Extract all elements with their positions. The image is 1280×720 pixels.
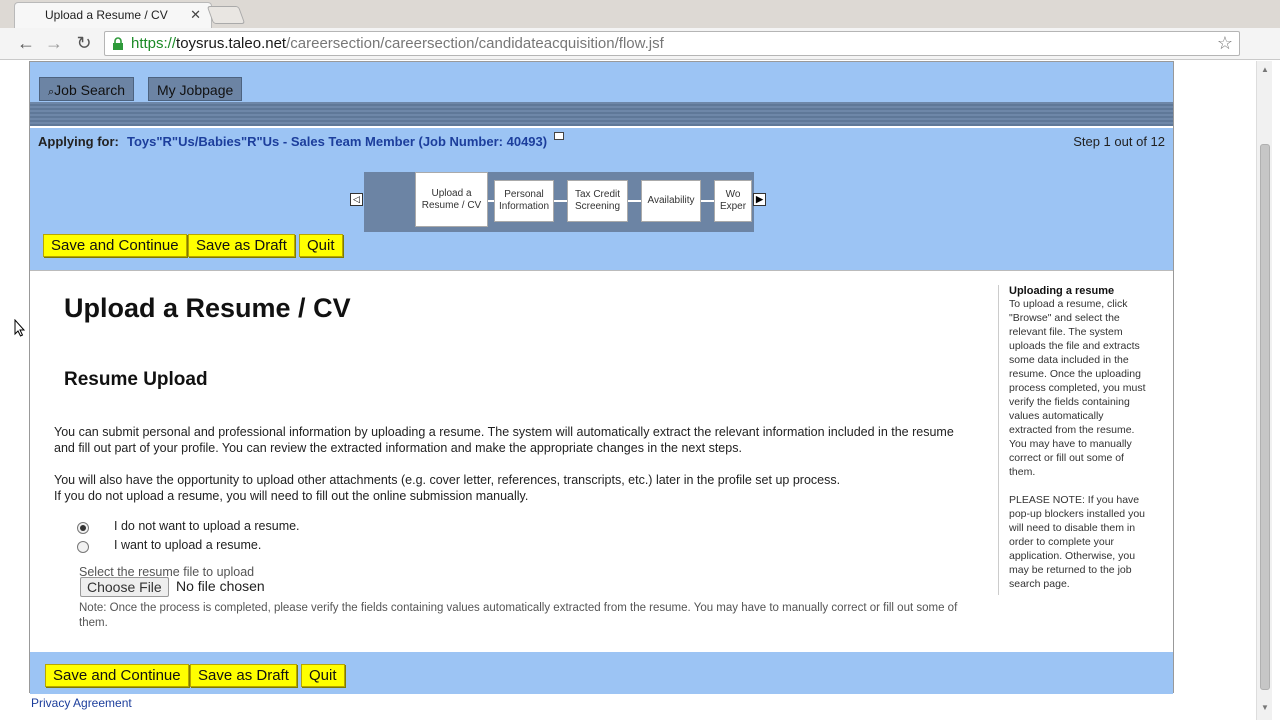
radio-upload-label: I want to upload a resume. [114, 538, 262, 552]
step-personal-information[interactable]: Personal Information [494, 180, 554, 222]
quit-button-bottom[interactable]: Quit [301, 664, 345, 687]
application-frame: ⌕Job Search My Jobpage Applying for: Toy… [29, 61, 1174, 694]
help-title: Uploading a resume [1009, 285, 1115, 297]
url-text: https://toysrus.taleo.net/careersection/… [131, 35, 664, 52]
help-text: To upload a resume, click "Browse" and s… [1009, 298, 1146, 478]
save-and-continue-button-top[interactable]: Save and Continue [43, 234, 187, 257]
lock-icon [113, 37, 123, 50]
page-title: Upload a Resume / CV [64, 293, 351, 323]
applying-label: Applying for: [38, 134, 119, 149]
new-tab-button[interactable] [206, 6, 246, 24]
file-status: No file chosen [176, 578, 265, 594]
scroll-thumb[interactable] [1260, 144, 1270, 690]
my-jobpage-button[interactable]: My Jobpage [148, 77, 243, 101]
section-title: Resume Upload [64, 369, 208, 390]
step-upload-resume[interactable]: Upload a Resume / CV [415, 172, 488, 227]
intro-paragraph: You can submit personal and professional… [54, 425, 954, 455]
verification-note: Note: Once the process is completed, ple… [79, 602, 958, 629]
job-title: Toys"R"Us/Babies"R"Us - Sales Team Membe… [127, 134, 548, 149]
help-sidebar: Uploading a resume To upload a resume, c… [998, 285, 1148, 595]
quit-button-top[interactable]: Quit [299, 234, 343, 257]
back-icon[interactable]: ← [14, 31, 38, 55]
step-availability[interactable]: Availability [641, 180, 701, 222]
reload-icon[interactable]: ↻ [72, 31, 96, 55]
step-work-experience[interactable]: Wo Exper [714, 180, 752, 222]
save-as-draft-button-bottom[interactable]: Save as Draft [190, 664, 297, 687]
page-viewport: ⌕Job Search My Jobpage Applying for: Toy… [0, 61, 1256, 720]
step-navigator: ◁ Upload a Resume / CV Personal Informat… [350, 172, 766, 232]
header-stripe [30, 102, 1173, 126]
help-note: PLEASE NOTE: If you have pop-up blockers… [1009, 494, 1145, 590]
step-tax-credit-screening[interactable]: Tax Credit Screening [567, 180, 628, 222]
step-counter: Step 1 out of 12 [1073, 134, 1165, 149]
radio-no-upload-label: I do not want to upload a resume. [114, 519, 300, 533]
privacy-agreement-link[interactable]: Privacy Agreement [31, 696, 132, 710]
close-tab-icon[interactable]: ✕ [190, 7, 201, 23]
mouse-cursor-icon [14, 318, 26, 337]
browser-tab[interactable]: Upload a Resume / CV ✕ [14, 2, 212, 28]
comment-icon[interactable] [554, 132, 564, 140]
save-as-draft-button-top[interactable]: Save as Draft [188, 234, 295, 257]
bookmark-star-icon[interactable]: ☆ [1217, 33, 1233, 54]
address-bar[interactable]: https://toysrus.taleo.net/careersection/… [104, 31, 1240, 56]
browser-toolbar: ← → ↻ https://toysrus.taleo.net/careerse… [0, 28, 1280, 78]
attachments-paragraph: You will also have the opportunity to up… [54, 473, 841, 487]
scroll-down-icon[interactable]: ▼ [1261, 703, 1269, 712]
scroll-up-icon[interactable]: ▲ [1261, 65, 1269, 74]
forward-icon[interactable]: → [42, 31, 66, 55]
previous-step-icon[interactable]: ◁ [350, 193, 363, 206]
job-search-button[interactable]: ⌕Job Search [39, 77, 134, 101]
applying-header: Applying for: Toys"R"Us/Babies"R"Us - Sa… [30, 128, 1173, 270]
tab-strip: Upload a Resume / CV ✕ [0, 0, 1280, 28]
tab-title: Upload a Resume / CV [45, 8, 168, 22]
top-nav-bar: ⌕Job Search My Jobpage [30, 62, 1173, 102]
save-and-continue-button-bottom[interactable]: Save and Continue [45, 664, 189, 687]
manual-paragraph: If you do not upload a resume, you will … [54, 489, 529, 503]
radio-no-upload[interactable] [77, 522, 89, 534]
bottom-action-bar: Save and Continue Save as Draft Quit [30, 652, 1173, 694]
page-scrollbar[interactable]: ▲ ▼ [1256, 61, 1272, 720]
main-content: Upload a Resume / CV Resume Upload You c… [30, 270, 1173, 650]
choose-file-button[interactable]: Choose File [80, 577, 169, 597]
next-step-icon[interactable]: ▶ [753, 193, 766, 206]
radio-upload[interactable] [77, 541, 89, 553]
